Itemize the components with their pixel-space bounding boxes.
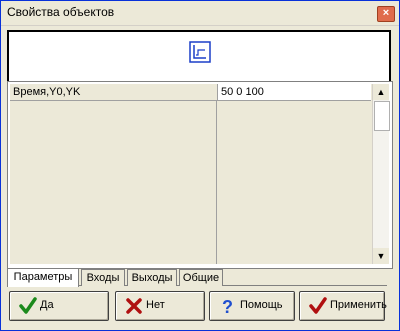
cancel-label: Нет (146, 299, 165, 311)
question-icon: ? (222, 297, 233, 316)
parameters-grid: Время,Y0,YK 50 0 100 ▲ ▼ (7, 81, 393, 269)
window-title: Свойства объектов (7, 5, 115, 19)
ok-label: Да (40, 299, 54, 311)
scroll-down-button[interactable]: ▼ (373, 248, 389, 264)
tab-general[interactable]: Общие (179, 269, 223, 286)
apply-checkmark-icon (309, 297, 327, 314)
properties-dialog: Свойства объектов × Время,Y0,YK 50 0 100… (0, 0, 400, 331)
arrow-down-icon: ▼ (376, 251, 386, 261)
tab-inputs[interactable]: Входы (81, 269, 125, 286)
scroll-up-button[interactable]: ▲ (373, 84, 389, 100)
title-bar[interactable]: Свойства объектов × (1, 1, 399, 26)
arrow-up-icon: ▲ (376, 87, 386, 97)
help-label: Помощь (240, 299, 283, 311)
apply-label: Применить (330, 299, 387, 311)
apply-button[interactable]: Применить (299, 291, 387, 321)
column-divider[interactable] (216, 84, 217, 264)
scroll-thumb[interactable] (374, 101, 390, 131)
parameter-name-cell[interactable]: Время,Y0,YK (10, 84, 218, 101)
grid-body: Время,Y0,YK 50 0 100 (10, 84, 372, 264)
tab-parameters[interactable]: Параметры (7, 268, 79, 287)
vertical-scrollbar[interactable]: ▲ ▼ (372, 84, 390, 264)
svg-text:?: ? (222, 297, 233, 316)
tab-outputs[interactable]: Выходы (127, 269, 177, 286)
block-icon (189, 41, 211, 63)
ok-button[interactable]: Да (9, 291, 109, 321)
parameter-value-cell[interactable]: 50 0 100 (218, 84, 371, 101)
object-preview (7, 30, 391, 83)
checkmark-icon (19, 297, 37, 314)
close-icon: × (382, 7, 390, 19)
cancel-button[interactable]: Нет (115, 291, 205, 321)
cross-icon (126, 298, 142, 314)
button-bar: Да Нет ? Помощь Применить (7, 291, 393, 323)
close-button[interactable]: × (377, 6, 395, 22)
help-button[interactable]: ? Помощь (209, 291, 295, 321)
